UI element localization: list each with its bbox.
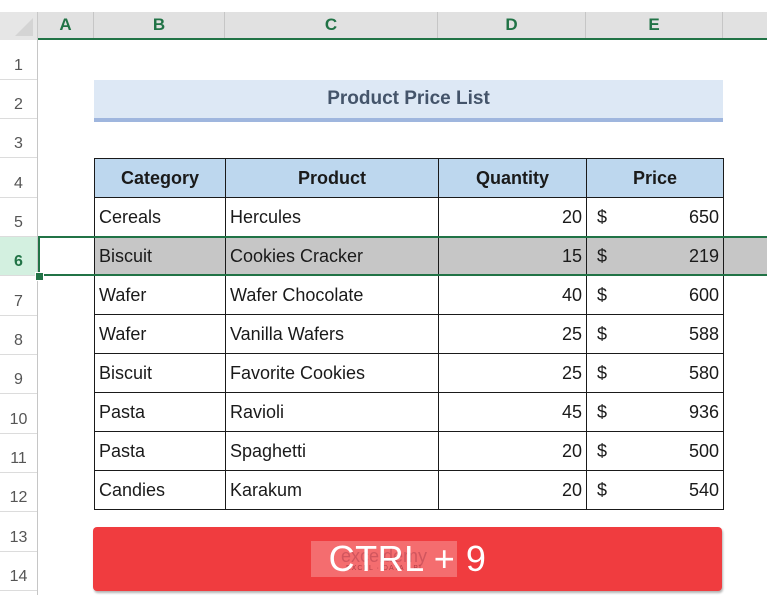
column-header-e[interactable]: E: [586, 12, 723, 38]
header-product[interactable]: Product: [225, 158, 439, 198]
column-header-d[interactable]: D: [438, 12, 586, 38]
price-value: 540: [688, 479, 719, 500]
table-row: Wafer Wafer Chocolate 40 $600: [94, 275, 724, 315]
cell-quantity[interactable]: 25: [438, 353, 587, 393]
fill-handle[interactable]: [35, 272, 44, 281]
cell-category[interactable]: Wafer: [94, 275, 226, 315]
cell-quantity[interactable]: 20: [438, 431, 587, 471]
cell-category[interactable]: Biscuit: [94, 236, 226, 276]
row-header-2[interactable]: 2: [0, 80, 37, 119]
cell-price[interactable]: $500: [586, 431, 724, 471]
cell-quantity[interactable]: 20: [438, 197, 587, 237]
price-value: 650: [688, 206, 719, 227]
select-all-button[interactable]: [0, 12, 38, 40]
table-row: Pasta Ravioli 45 $936: [94, 392, 724, 432]
cell-category[interactable]: Biscuit: [94, 353, 226, 393]
table-row: Pasta Spaghetti 20 $500: [94, 431, 724, 471]
row-header-11[interactable]: 11: [0, 434, 37, 473]
table-row: Wafer Vanilla Wafers 25 $588: [94, 314, 724, 354]
cell-product[interactable]: Wafer Chocolate: [225, 275, 439, 315]
table-row: Candies Karakum 20 $540: [94, 470, 724, 510]
row-header-14[interactable]: 14: [0, 552, 37, 591]
table-header-row: Category Product Quantity Price: [94, 158, 724, 198]
price-table: Category Product Quantity Price Cereals …: [94, 158, 724, 510]
price-value: 588: [688, 323, 719, 344]
currency-symbol: $: [597, 323, 608, 344]
row-headers: 1 2 3 4 5 6 7 8 9 10 11 12 13 14: [0, 40, 38, 595]
header-quantity[interactable]: Quantity: [438, 158, 587, 198]
row-header-12[interactable]: 12: [0, 473, 37, 512]
cell-category[interactable]: Pasta: [94, 392, 226, 432]
column-header-f[interactable]: [723, 12, 767, 38]
cell-price[interactable]: $600: [586, 275, 724, 315]
currency-symbol: $: [597, 401, 608, 422]
cell-price[interactable]: $936: [586, 392, 724, 432]
table-row: Cereals Hercules 20 $650: [94, 197, 724, 237]
row-header-6[interactable]: 6: [0, 237, 37, 276]
column-header-a[interactable]: A: [38, 12, 94, 38]
row-header-3[interactable]: 3: [0, 119, 37, 158]
cell-product[interactable]: Ravioli: [225, 392, 439, 432]
cell-product[interactable]: Favorite Cookies: [225, 353, 439, 393]
cell-quantity[interactable]: 15: [438, 236, 587, 276]
shortcut-text: CTRL + 9: [328, 538, 487, 579]
cell-price[interactable]: $650: [586, 197, 724, 237]
cell-quantity[interactable]: 45: [438, 392, 587, 432]
cell-product[interactable]: Hercules: [225, 197, 439, 237]
row-header-4[interactable]: 4: [0, 158, 37, 198]
shortcut-banner: exceldemy EXCEL · DATA · BI CTRL + 9: [93, 527, 722, 591]
column-headers: A B C D E: [38, 12, 767, 40]
cell-category[interactable]: Candies: [94, 470, 226, 510]
currency-symbol: $: [597, 479, 608, 500]
row-header-1[interactable]: 1: [0, 40, 37, 80]
price-value: 500: [688, 440, 719, 461]
cell-price[interactable]: $580: [586, 353, 724, 393]
row-header-13[interactable]: 13: [0, 512, 37, 552]
currency-symbol: $: [597, 362, 608, 383]
cell-quantity[interactable]: 40: [438, 275, 587, 315]
cell-price[interactable]: $219: [586, 236, 724, 276]
sheet-title: Product Price List: [94, 80, 723, 122]
row-header-9[interactable]: 9: [0, 355, 37, 394]
row-header-7[interactable]: 7: [0, 276, 37, 316]
cell-product[interactable]: Karakum: [225, 470, 439, 510]
cell-quantity[interactable]: 25: [438, 314, 587, 354]
header-category[interactable]: Category: [94, 158, 226, 198]
currency-symbol: $: [597, 284, 608, 305]
row-header-5[interactable]: 5: [0, 198, 37, 237]
price-value: 219: [688, 245, 719, 266]
cell-quantity[interactable]: 20: [438, 470, 587, 510]
cell-product[interactable]: Cookies Cracker: [225, 236, 439, 276]
spreadsheet: A B C D E 1 2 3 4 5 6 7 8 9 10 11 12 13 …: [0, 0, 767, 595]
row-header-10[interactable]: 10: [0, 394, 37, 434]
cell-category[interactable]: Pasta: [94, 431, 226, 471]
cell-price[interactable]: $588: [586, 314, 724, 354]
select-all-triangle-icon: [15, 18, 33, 36]
price-value: 600: [688, 284, 719, 305]
currency-symbol: $: [597, 206, 608, 227]
row-header-8[interactable]: 8: [0, 316, 37, 355]
cell-price[interactable]: $540: [586, 470, 724, 510]
column-header-b[interactable]: B: [94, 12, 225, 38]
cell-product[interactable]: Vanilla Wafers: [225, 314, 439, 354]
active-cell-a6[interactable]: [38, 237, 94, 276]
header-price[interactable]: Price: [586, 158, 724, 198]
currency-symbol: $: [597, 440, 608, 461]
price-value: 936: [688, 401, 719, 422]
table-row-selected: Biscuit Cookies Cracker 15 $219: [94, 236, 724, 276]
cell-product[interactable]: Spaghetti: [225, 431, 439, 471]
column-header-c[interactable]: C: [225, 12, 438, 38]
currency-symbol: $: [597, 245, 608, 266]
cell-category[interactable]: Wafer: [94, 314, 226, 354]
cell-category[interactable]: Cereals: [94, 197, 226, 237]
table-row: Biscuit Favorite Cookies 25 $580: [94, 353, 724, 393]
price-value: 580: [688, 362, 719, 383]
